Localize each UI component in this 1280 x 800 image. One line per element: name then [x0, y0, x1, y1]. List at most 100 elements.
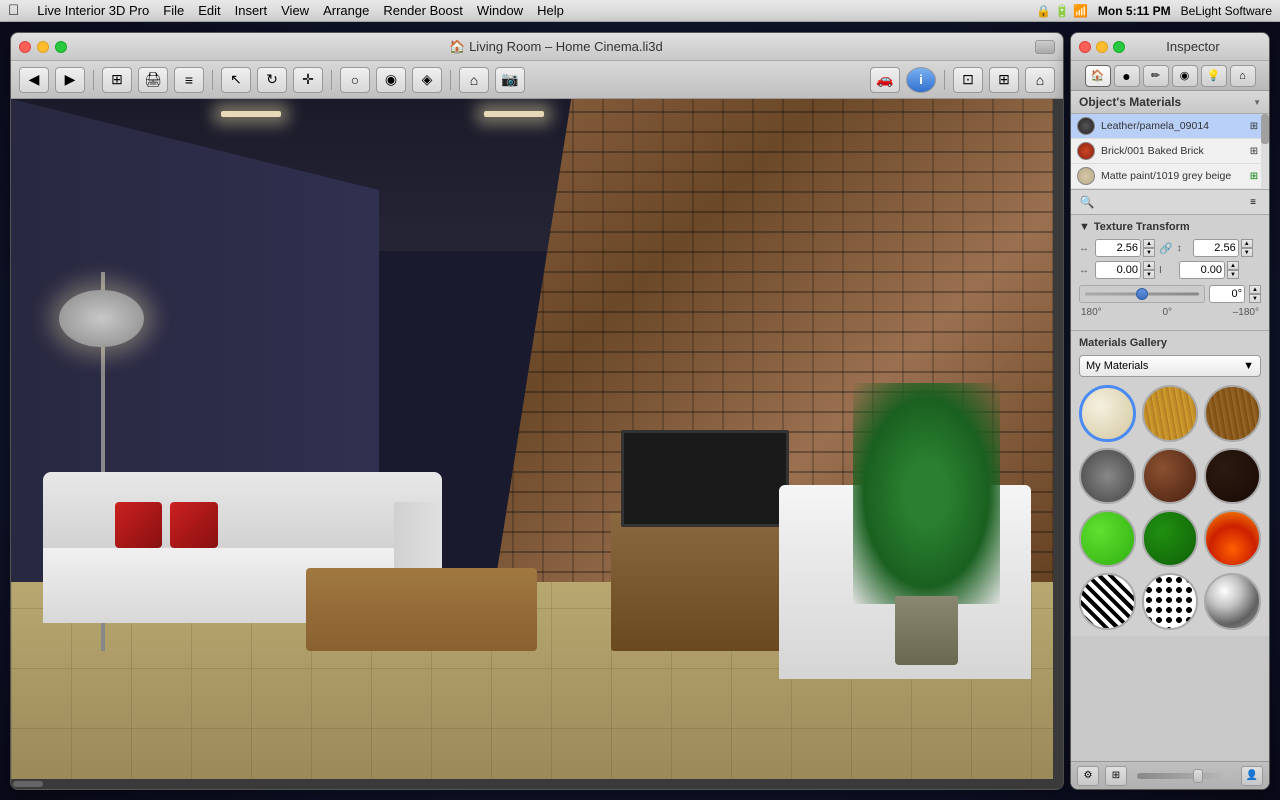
tx-scale-y-up[interactable]: ▲: [1241, 239, 1253, 248]
tx-scale-y-icon: ↕: [1177, 243, 1189, 254]
tx-scale-x-icon: ↔: [1079, 243, 1091, 254]
gallery-item-green-dark[interactable]: [1142, 510, 1199, 567]
view-2d-button[interactable]: ⊡: [953, 67, 983, 93]
tx-offset-y-group: ▲ ▼: [1179, 261, 1239, 279]
select-tool[interactable]: ↖: [221, 67, 251, 93]
minimize-button[interactable]: [37, 41, 49, 53]
gallery-item-stone[interactable]: [1079, 448, 1136, 505]
menu-render[interactable]: Render Boost: [383, 3, 463, 18]
structure-button[interactable]: ⌂: [459, 67, 489, 93]
toolbar-sep-4: [450, 70, 451, 90]
gallery-item-fire[interactable]: [1204, 510, 1261, 567]
inspector-zoom-slider[interactable]: [1137, 773, 1231, 779]
materials-scrollbar-thumb[interactable]: [1261, 114, 1269, 144]
gallery-item-wood-light[interactable]: [1142, 385, 1199, 442]
tx-offset-x-up[interactable]: ▲: [1143, 261, 1155, 270]
tx-offset-x-down[interactable]: ▼: [1143, 270, 1155, 279]
gallery-item-brown[interactable]: [1142, 448, 1199, 505]
tx-link-icon[interactable]: 🔗: [1159, 242, 1173, 255]
forward-button[interactable]: ▶: [55, 67, 85, 93]
menu-insert[interactable]: Insert: [235, 3, 268, 18]
inspector-minimize[interactable]: [1096, 41, 1108, 53]
camera-button[interactable]: 📷: [495, 67, 525, 93]
inspector-thumbnail-button[interactable]: ⊞: [1105, 766, 1127, 786]
scrollbar-thumb-h[interactable]: [13, 781, 43, 787]
tx-scale-y-input[interactable]: [1193, 239, 1239, 257]
tx-rotation-stepper[interactable]: ▲ ▼: [1249, 285, 1261, 303]
export-button[interactable]: ≡: [174, 67, 204, 93]
car-button[interactable]: 🚗: [870, 67, 900, 93]
viewport-scrollbar-h[interactable]: [11, 779, 1063, 789]
inspector-tab-texture[interactable]: ✏: [1143, 65, 1169, 87]
star-tool[interactable]: ◈: [412, 67, 442, 93]
material-item-3[interactable]: Matte paint/1019 grey beige ⊞: [1071, 164, 1269, 189]
floor-plan-button[interactable]: ⊞: [102, 67, 132, 93]
materials-menu-button[interactable]: ≡: [1243, 193, 1263, 211]
tx-scale-x-up[interactable]: ▲: [1143, 239, 1155, 248]
inspector-user-button[interactable]: 👤: [1241, 766, 1263, 786]
menu-app[interactable]: Live Interior 3D Pro: [37, 3, 149, 18]
gallery-item-spots[interactable]: [1142, 573, 1199, 630]
menu-arrange[interactable]: Arrange: [323, 3, 369, 18]
material-item-2[interactable]: Brick/001 Baked Brick ⊞: [1071, 139, 1269, 164]
tx-offset-y-up[interactable]: ▲: [1227, 261, 1239, 270]
gallery-item-chrome[interactable]: [1204, 573, 1261, 630]
tx-offset-y-stepper[interactable]: ▲ ▼: [1227, 261, 1239, 279]
tx-scale-x-input[interactable]: [1095, 239, 1141, 257]
tx-scale-x-stepper[interactable]: ▲ ▼: [1143, 239, 1155, 257]
tx-rotation-up[interactable]: ▲: [1249, 285, 1261, 294]
view-home-button[interactable]: ⌂: [1025, 67, 1055, 93]
tx-slider-thumb[interactable]: [1136, 288, 1148, 300]
tx-rotation-input[interactable]: [1209, 285, 1245, 303]
inspector-settings-button[interactable]: ⚙: [1077, 766, 1099, 786]
tx-offset-y-input[interactable]: [1179, 261, 1225, 279]
menu-edit[interactable]: Edit: [198, 3, 220, 18]
tx-rotation-slider[interactable]: [1079, 285, 1205, 303]
inspector-maximize[interactable]: [1113, 41, 1125, 53]
menu-window[interactable]: Window: [477, 3, 523, 18]
material-item-1[interactable]: Leather/pamela_09014 ⊞: [1071, 114, 1269, 139]
materials-scrollbar[interactable]: [1261, 114, 1269, 189]
texture-transform-collapse[interactable]: ▼: [1079, 221, 1090, 233]
rotate-tool[interactable]: ↻: [257, 67, 287, 93]
gallery-item-cream[interactable]: [1079, 385, 1136, 442]
gallery-item-green-bright[interactable]: [1079, 510, 1136, 567]
window-resize-control[interactable]: [1035, 40, 1055, 54]
inspector-tab-light[interactable]: 💡: [1201, 65, 1227, 87]
materials-search-button[interactable]: 🔍: [1077, 193, 1097, 211]
inspector-close[interactable]: [1079, 41, 1091, 53]
maximize-button[interactable]: [55, 41, 67, 53]
tx-rotation-down[interactable]: ▼: [1249, 294, 1261, 303]
gallery-item-zebra[interactable]: [1079, 573, 1136, 630]
inspector-tab-object[interactable]: 🏠: [1085, 65, 1111, 87]
inspector-tab-material[interactable]: ●: [1114, 65, 1140, 87]
gallery-dropdown[interactable]: My Materials ▼: [1079, 355, 1261, 377]
gallery-item-wood-dark[interactable]: [1204, 385, 1261, 442]
apple-menu[interactable]: : [8, 2, 19, 19]
inspector-tab-house[interactable]: ⌂: [1230, 65, 1256, 87]
tx-offset-x-stepper[interactable]: ▲ ▼: [1143, 261, 1155, 279]
render-button[interactable]: 🖨: [138, 67, 168, 93]
menu-file[interactable]: File: [163, 3, 184, 18]
circle-tool[interactable]: ○: [340, 67, 370, 93]
viewport[interactable]: [11, 99, 1063, 789]
tx-offset-x-input[interactable]: [1095, 261, 1141, 279]
tx-scale-y-stepper[interactable]: ▲ ▼: [1241, 239, 1253, 257]
gallery-item-dark-brown[interactable]: [1204, 448, 1261, 505]
tx-scale-y-down[interactable]: ▼: [1241, 248, 1253, 257]
lamp-head: [59, 290, 143, 347]
move-tool[interactable]: ✛: [293, 67, 323, 93]
viewport-scrollbar-v[interactable]: [1053, 99, 1063, 779]
menu-help[interactable]: Help: [537, 3, 564, 18]
inspector-tab-finish[interactable]: ◉: [1172, 65, 1198, 87]
close-button[interactable]: [19, 41, 31, 53]
tx-scale-x-down[interactable]: ▼: [1143, 248, 1155, 257]
dot-tool[interactable]: ◉: [376, 67, 406, 93]
view-3d-button[interactable]: ⊞: [989, 67, 1019, 93]
info-button[interactable]: i: [906, 67, 936, 93]
menu-view[interactable]: View: [281, 3, 309, 18]
tx-offset-y-down[interactable]: ▼: [1227, 270, 1239, 279]
zoom-slider-thumb[interactable]: [1193, 769, 1203, 783]
section-expand-icon[interactable]: ▼: [1253, 98, 1261, 107]
back-button[interactable]: ◀: [19, 67, 49, 93]
